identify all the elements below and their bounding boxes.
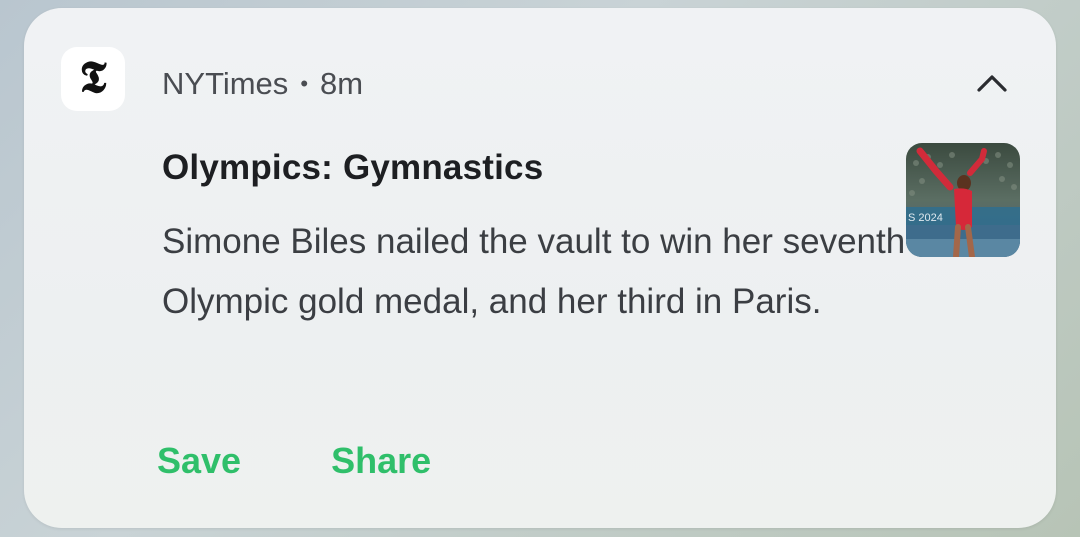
app-icon-glyph: 𝕿 [79,52,107,103]
notification-title: Olympics: Gymnastics [162,148,544,187]
nyt-logo-icon: 𝕿 [61,47,125,111]
share-button[interactable]: Share [331,440,431,482]
notification-actions: Save Share [157,438,431,484]
notification-header: NYTimes • 8m [162,64,363,104]
header-separator: • [300,71,309,96]
thumbnail-image: S 2024 [906,143,1020,257]
save-button[interactable]: Save [157,440,241,482]
banner-text: S 2024 [908,212,943,224]
app-name: NYTimes [162,66,289,101]
notification-card[interactable]: 𝕿 NYTimes • 8m Olympics: Gymnastics Simo… [24,8,1056,528]
gymnast-photo: S 2024 [906,143,1020,257]
notification-body: Simone Biles nailed the vault to win her… [162,222,1015,321]
timestamp: 8m [320,66,364,101]
chevron-up-icon [977,75,1007,92]
collapse-button[interactable] [969,60,1015,106]
